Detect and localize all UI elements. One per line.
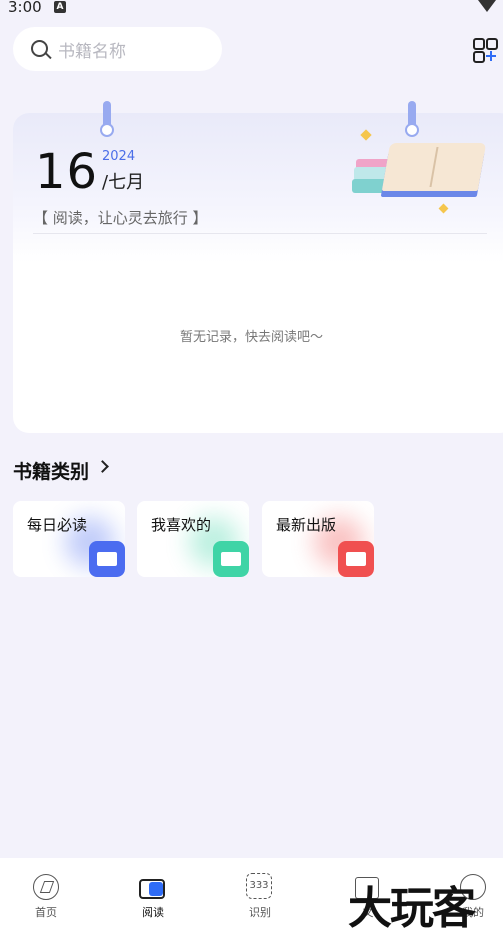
empty-state-text: 暂无记录，快去阅读吧～ [179, 330, 323, 345]
plus-icon [485, 50, 496, 61]
grid-cell [486, 38, 498, 50]
scan-icon: 333 [246, 873, 274, 901]
category-card-daily[interactable]: 每日必读 [13, 501, 125, 577]
book-tv-icon [139, 873, 167, 901]
category-card-favorites[interactable]: 我喜欢的 [137, 501, 249, 577]
divider [33, 233, 487, 234]
tab-home[interactable]: 首页 [16, 873, 76, 920]
status-bar: 3:00 A [0, 0, 503, 18]
tab-label: 首页 [35, 906, 57, 919]
calendar-pin-icon [100, 101, 114, 141]
calendar-slogan: 【 阅读，让心灵去旅行 】 [33, 209, 208, 227]
books-illustration [352, 125, 492, 215]
grid-cell [473, 38, 485, 50]
status-time: 3:00 [8, 0, 42, 16]
category-label: 每日必读 [27, 516, 88, 534]
grid-cell [473, 51, 485, 63]
add-apps-icon[interactable] [473, 38, 498, 63]
tab-label: 阅读 [142, 906, 164, 919]
calendar-day: 16 [35, 144, 99, 200]
categories-title[interactable]: 书籍类别 [13, 457, 89, 484]
calendar-month: /七月 [102, 172, 145, 193]
book-icon [89, 541, 125, 577]
category-label: 最新出版 [276, 516, 337, 534]
notification-icon: A [54, 1, 66, 13]
category-label: 我喜欢的 [151, 516, 212, 534]
search-input[interactable]: 书籍名称 [58, 37, 126, 62]
search-bar[interactable]: 书籍名称 [13, 27, 222, 71]
tab-recognize[interactable]: 333 识别 [230, 873, 290, 920]
tab-reading[interactable]: 阅读 [123, 873, 183, 920]
wifi-icon [478, 0, 496, 12]
book-icon [338, 541, 374, 577]
tab-label: 识别 [249, 906, 271, 919]
chevron-right-icon[interactable] [96, 460, 109, 473]
calendar-year: 2024 [102, 149, 136, 164]
compass-icon [32, 873, 60, 901]
search-icon [31, 40, 48, 57]
book-icon [213, 541, 249, 577]
category-card-newest[interactable]: 最新出版 [262, 501, 374, 577]
watermark-logo: 大玩客 [348, 883, 476, 934]
